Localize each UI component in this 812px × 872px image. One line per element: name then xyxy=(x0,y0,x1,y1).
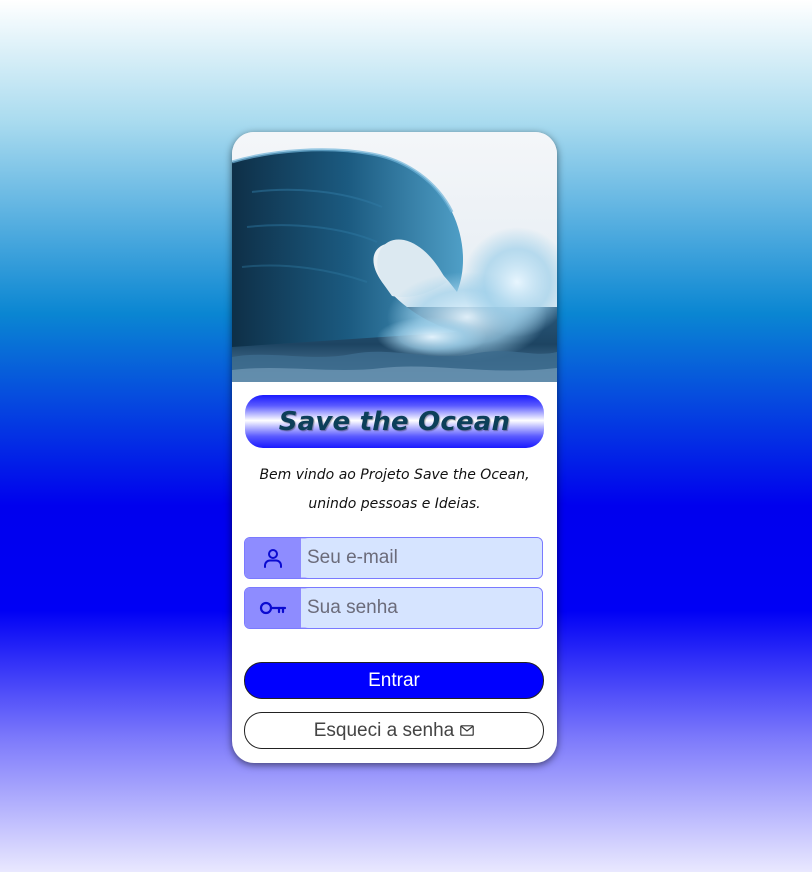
email-field xyxy=(244,537,543,579)
title-banner: Save the Ocean xyxy=(245,395,544,448)
page-title: Save the Ocean xyxy=(278,406,511,437)
forgot-password-label: Esqueci a senha xyxy=(313,719,455,741)
password-input[interactable] xyxy=(301,588,542,628)
email-input[interactable] xyxy=(301,538,542,578)
welcome-text-line-2: unindo pessoas e Ideias. xyxy=(308,496,481,512)
welcome-text-line-1: Bem vindo ao Projeto Save the Ocean, xyxy=(259,467,530,483)
password-field xyxy=(244,587,543,629)
user-icon xyxy=(245,538,301,578)
key-icon xyxy=(245,588,301,628)
mail-icon xyxy=(460,725,475,736)
forgot-password-button[interactable]: Esqueci a senha xyxy=(244,712,544,749)
login-card: Save the Ocean Bem vindo ao Projeto Save… xyxy=(232,132,557,763)
hero-wave-image xyxy=(232,132,557,382)
login-button[interactable]: Entrar xyxy=(244,662,544,699)
